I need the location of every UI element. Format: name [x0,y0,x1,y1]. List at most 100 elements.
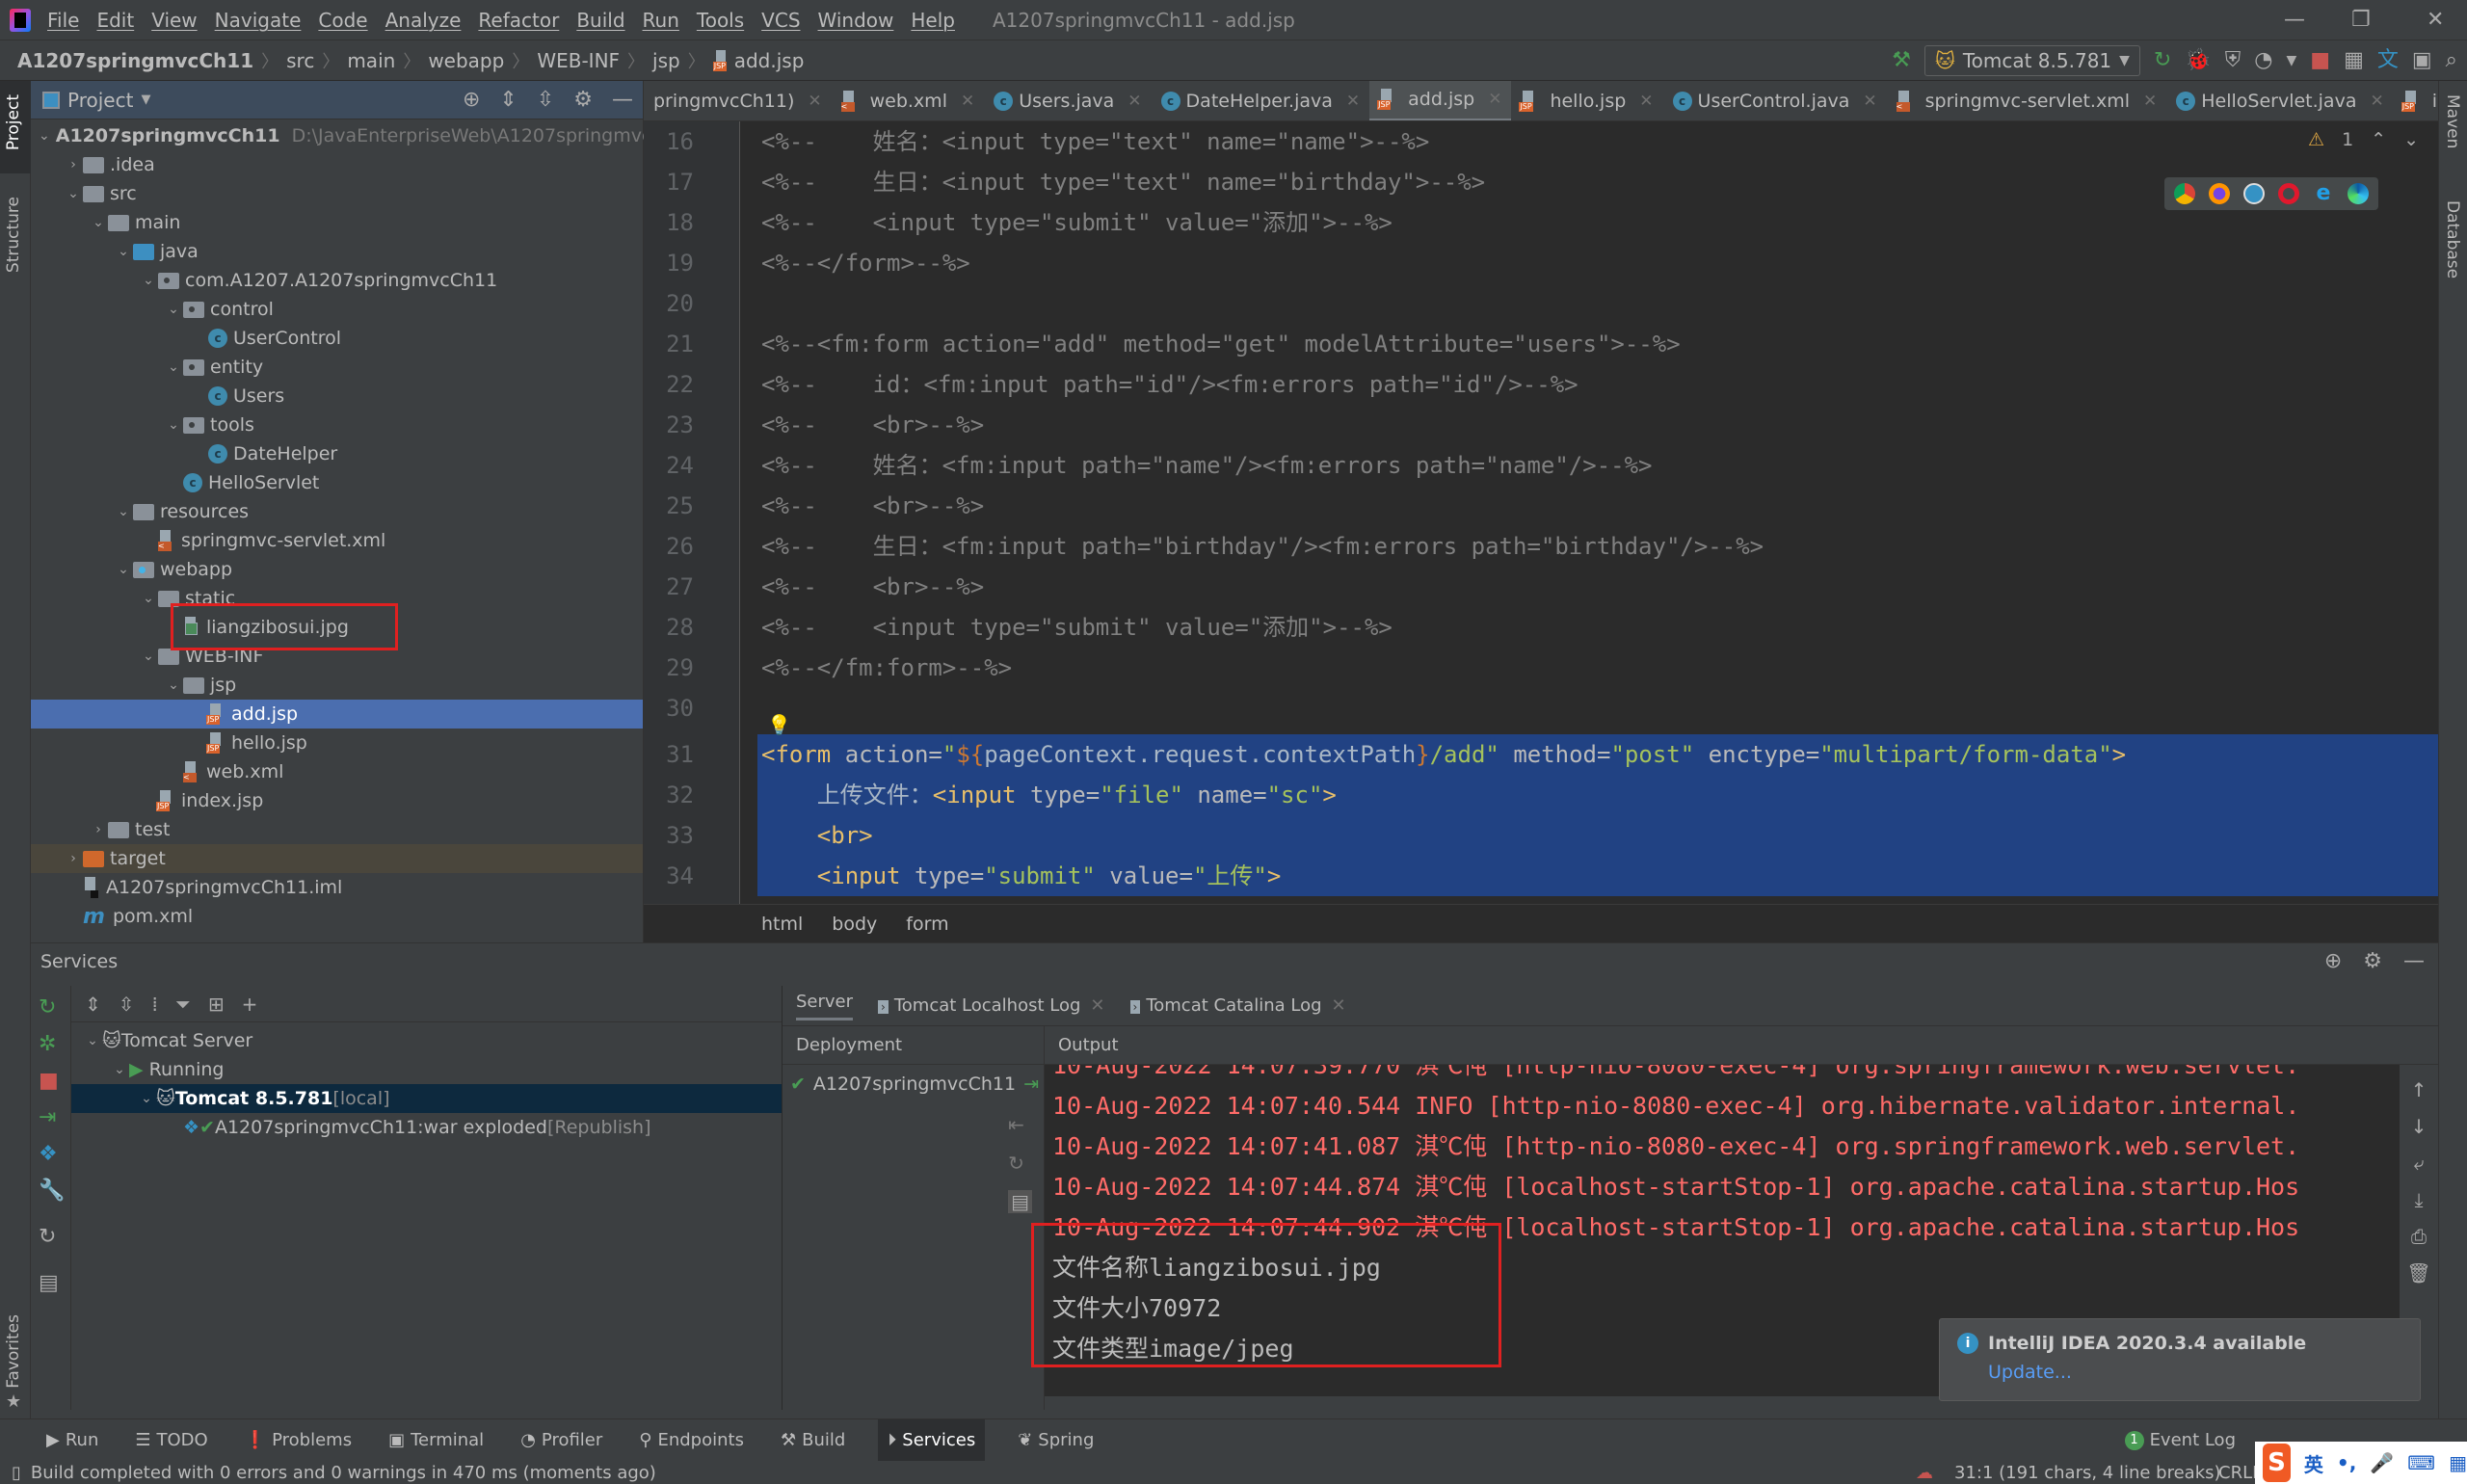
tree-node[interactable]: c Users [31,382,643,411]
close-icon[interactable]: ✕ [1332,995,1346,1016]
deploy-icon[interactable]: ⇥ [1023,1073,1039,1095]
project-structure-icon[interactable]: ▦ [2344,50,2364,71]
editor-tab[interactable]: c DateHelper.java ✕ [1152,81,1370,120]
tree-node[interactable]: ⌄ entity [31,353,643,382]
tree-node[interactable]: › target [31,844,643,873]
editor-breadcrumb-item[interactable]: html [761,914,803,935]
code-editor[interactable]: 16 <%-- 姓名：<input type="text" name="name"… [644,121,2438,904]
restore-button[interactable]: ❐ [2351,8,2371,32]
close-icon[interactable]: ✕ [1127,92,1141,111]
microphone-icon[interactable]: 🎤 [2370,1451,2394,1474]
opera-icon[interactable] [2278,183,2299,204]
arrow-up-icon[interactable]: ↑ [2411,1078,2427,1101]
close-icon[interactable]: ✕ [1488,90,1501,109]
edge-icon[interactable] [2348,183,2369,204]
database-tool-tab[interactable]: Database [2443,200,2462,278]
menu-refactor[interactable]: Refactor [478,9,559,32]
minimize-button[interactable]: — [2284,8,2305,32]
inspection-widget[interactable]: ⚠ 1 ⌃ ⌄ [2308,129,2419,150]
group-by-icon[interactable]: ⁞ [152,993,158,1016]
new-tab-icon[interactable]: ⊞ [208,993,225,1016]
keyboard-icon[interactable]: ⌨ [2407,1451,2435,1474]
soft-wrap-icon[interactable]: ⤶ [2413,1152,2424,1175]
editor-tab[interactable]: add.jsp ✕ [1369,81,1512,120]
locate-icon[interactable]: ⊕ [463,88,480,112]
tool-window-terminal[interactable]: ▣ Terminal [385,1419,488,1462]
breadcrumb-item[interactable]: jsp [652,49,680,72]
menu-window[interactable]: Window [818,9,894,32]
scroll-to-end-icon[interactable]: ⤓ [2415,1188,2424,1211]
tree-node[interactable]: ⌄ control [31,295,643,324]
tree-node[interactable]: springmvc-servlet.xml [31,526,643,555]
editor-tab[interactable]: hello.jsp ✕ [1511,81,1662,120]
debug-icon[interactable]: 🐞 [2185,50,2211,71]
chevron-down-icon[interactable]: ▼ [2286,50,2296,71]
search-icon[interactable]: ⌕ [2446,50,2457,71]
previous-highlight-icon[interactable]: ⌃ [2371,129,2386,150]
breadcrumb-item[interactable]: src [286,49,314,72]
close-icon[interactable]: ✕ [2370,92,2383,111]
safari-icon[interactable] [2243,183,2265,204]
service-node[interactable]: ⌄ 🐱 Tomcat 8.5.781 [local] [71,1084,782,1113]
caret-position[interactable]: 31:1 (191 chars, 4 line breaks) [1954,1463,2221,1483]
menu-build[interactable]: Build [576,9,624,32]
deployment-item[interactable]: ✔ A1207springmvcCh11 ⇥ [783,1065,1044,1103]
sogou-logo-icon[interactable]: S [2263,1444,2291,1482]
editor-tab[interactable]: pringmvcCh11) ✕ [644,81,832,120]
build-hammer-icon[interactable]: ⚒ [1892,50,1911,71]
chevron-down-icon[interactable]: ⌄ [164,302,183,317]
layout-icon[interactable]: ▯ [12,1463,21,1483]
lightbulb-icon[interactable]: 💡 [767,713,791,736]
tree-node[interactable]: hello.jsp [31,729,643,757]
chevron-down-icon[interactable]: ⌄ [83,1033,102,1048]
collapse-all-icon[interactable]: ⇳ [537,88,554,112]
menu-help[interactable]: Help [911,9,955,32]
editor-tab[interactable]: index.jsp✕ [2394,81,2438,120]
wrench-icon[interactable]: 🔧 [39,1179,65,1203]
layout-icon[interactable]: ▤ [39,1271,59,1295]
favorites-tool-tab[interactable]: Favorites [4,1314,23,1389]
chevron-down-icon[interactable]: ⌄ [114,244,133,259]
project-tool-tab[interactable]: Project [4,94,23,150]
menu-analyze[interactable]: Analyze [385,9,462,32]
tab-server[interactable]: Server [796,992,854,1020]
tree-node[interactable]: ⌄ src [31,179,643,208]
coverage-icon[interactable]: ⛨ [2225,50,2242,71]
tree-node[interactable]: web.xml [31,757,643,786]
refresh-icon[interactable]: ↻ [39,1225,56,1249]
service-node[interactable]: ⌄ 🐱 Tomcat Server [71,1026,782,1055]
run-configuration-select[interactable]: 🐱 Tomcat 8.5.781 ▼ [1923,45,2140,76]
rerun-icon[interactable]: ↻ [39,995,56,1020]
close-icon[interactable]: ✕ [1639,92,1653,111]
expand-all-icon[interactable]: ⇕ [499,88,517,112]
apps-icon[interactable]: ▦ [2449,1451,2467,1474]
menu-navigate[interactable]: Navigate [215,9,302,32]
tool-window-run[interactable]: ▶ Run [42,1419,102,1462]
maven-tool-tab[interactable]: Maven [2443,94,2462,148]
profiler-icon[interactable]: ◔ [2254,50,2272,71]
tree-node[interactable]: A1207springmvcCh11.iml [31,873,643,902]
service-node[interactable]: ⌄ ▶ Running [71,1055,782,1084]
chrome-icon[interactable] [2174,183,2195,204]
translate-icon[interactable]: 文 [2377,50,2399,71]
editor-tab[interactable]: c HelloServlet.java ✕ [2166,81,2393,120]
tree-node[interactable]: c DateHelper [31,439,643,468]
undeploy-icon[interactable]: ⇤ [1008,1113,1032,1136]
tree-node[interactable]: ⌄ java [31,237,643,266]
breadcrumb-item[interactable]: A1207springmvcCh11 [17,49,253,72]
print-icon[interactable]: ⎙ [2411,1225,2427,1248]
breadcrumb-item[interactable]: WEB-INF [537,49,620,72]
chevron-down-icon[interactable]: ▼ [141,93,150,107]
tool-window-services[interactable]: ⏵ Services [878,1418,986,1462]
menu-view[interactable]: View [151,9,197,32]
tree-node[interactable]: ⌄ A1207springmvcCh11 D:\JavaEnterpriseWeb\… [31,121,700,150]
stop-icon[interactable]: ■ [39,1069,59,1093]
tree-node[interactable]: c HelloServlet [31,468,643,497]
tree-node[interactable]: ⌄ webapp [31,555,643,584]
chevron-down-icon[interactable]: ⌄ [110,1062,129,1077]
run-anything-icon[interactable]: ▣ [2412,50,2432,71]
chevron-down-icon[interactable]: ⌄ [164,359,183,375]
breadcrumb-item[interactable]: webapp [428,49,504,72]
menu-run[interactable]: Run [643,9,679,32]
refresh-icon[interactable]: ↻ [1008,1152,1032,1175]
